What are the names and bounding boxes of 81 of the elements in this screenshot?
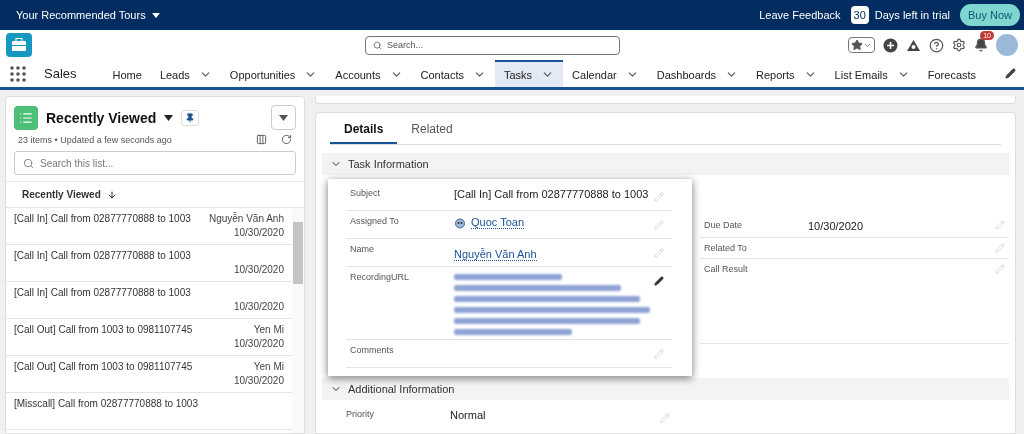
app-launcher-icon[interactable] — [10, 65, 26, 82]
leave-feedback-link[interactable]: Leave Feedback — [759, 9, 841, 21]
task-owner: Nguyễn Văn Anh — [208, 213, 284, 224]
task-date: 10/30/2020 — [233, 338, 284, 349]
nav-tab[interactable]: Contacts — [411, 60, 495, 87]
task-date: 10/30/2020 — [233, 264, 284, 275]
column-header[interactable]: Recently Viewed — [22, 189, 101, 200]
list-icon — [14, 105, 38, 130]
nav-tab[interactable]: Forecasts — [918, 60, 986, 87]
trial-days-count: 30 — [850, 6, 869, 24]
nav-tab[interactable]: Calendar — [563, 60, 648, 87]
buy-now-button[interactable]: Buy Now — [959, 4, 1020, 26]
list-title[interactable]: Recently Viewed — [46, 109, 157, 126]
caret-icon — [279, 114, 288, 121]
nav-tab[interactable]: Accounts — [326, 60, 412, 87]
add-icon[interactable] — [883, 37, 898, 53]
nav-tab[interactable]: Tasks — [494, 60, 564, 87]
favorites-button[interactable] — [848, 37, 875, 53]
section-title: Task Information — [348, 158, 429, 170]
task-subject: [Call In] Call from 02877770888 to 1003 — [14, 250, 191, 263]
pin-button[interactable] — [181, 109, 200, 126]
task-subject: [Call In] Call from 02877770888 to 1003 — [14, 213, 191, 226]
detail-tab[interactable]: Related — [397, 113, 467, 144]
app-logo[interactable] — [6, 33, 32, 57]
field-label: Comments — [350, 345, 395, 355]
record-link[interactable]: Nguyễn Văn Anh — [454, 248, 537, 261]
task-date: 10/30/2020 — [233, 227, 284, 238]
edit-pencil-icon[interactable] — [654, 276, 664, 286]
task-date: 10/30/2020 — [233, 375, 284, 386]
list-summary: 23 items • Updated a few seconds ago — [18, 134, 172, 145]
star-icon — [851, 39, 863, 51]
detail-tab[interactable]: Details — [330, 113, 398, 144]
user-avatar-icon — [454, 216, 466, 229]
field-label: Subject — [350, 188, 382, 198]
nav-tab[interactable]: Opportunities — [220, 60, 327, 87]
nav-tab[interactable]: Home — [103, 60, 151, 87]
section-header[interactable]: Additional Information — [322, 378, 1009, 400]
scrollbar-thumb[interactable] — [293, 222, 303, 284]
field-label: RecordingURL — [350, 272, 411, 282]
nav-tab[interactable]: Leads — [150, 60, 221, 87]
display-as-icon[interactable] — [256, 134, 267, 145]
trial-text: Days left in trial — [874, 9, 950, 21]
search-icon — [23, 157, 34, 169]
task-owner: Yen Mi — [253, 361, 284, 372]
help-icon[interactable] — [929, 37, 944, 53]
settings-icon[interactable] — [952, 38, 966, 52]
pin-icon — [185, 112, 196, 123]
task-subject: [Call In] Call from 02877770888 to 1003 — [14, 287, 191, 300]
field-label: Related To — [704, 243, 748, 253]
edit-nav-icon[interactable] — [1005, 68, 1016, 79]
list-search-field[interactable]: Search this list... — [14, 151, 296, 175]
trailhead-icon[interactable] — [906, 38, 921, 52]
nav-tab[interactable]: Reports — [747, 60, 826, 87]
task-date: 10/30/2020 — [233, 301, 284, 312]
sort-arrow-icon[interactable] — [106, 189, 117, 200]
field-label: Call Result — [704, 264, 749, 276]
field-label: Due Date — [704, 220, 744, 232]
task-owner: Yen Mi — [253, 324, 284, 335]
nav-tab[interactable]: List Emails — [825, 60, 919, 87]
field-label: Priority — [346, 409, 375, 419]
field-value: [Call In] Call from 02877770888 to 1003 — [454, 188, 650, 200]
list-menu-button[interactable] — [271, 105, 296, 130]
caret-icon[interactable] — [164, 114, 174, 121]
section-title: Additional Information — [348, 383, 455, 395]
refresh-icon[interactable] — [281, 134, 292, 145]
search-icon — [373, 40, 382, 50]
app-name: Sales — [44, 66, 77, 81]
caret-icon[interactable] — [151, 12, 160, 18]
task-subject: [Call Out] Call from 1003 to 0981107745 — [14, 361, 193, 374]
field-label: Assigned To — [350, 216, 400, 226]
task-subject: [Call Out] Call from 1003 to 0981107745 — [14, 324, 193, 337]
user-link[interactable]: Quoc Toan — [471, 216, 524, 229]
field-label: Name — [350, 244, 375, 254]
notifications-icon[interactable] — [974, 38, 988, 52]
field-value: Normal — [450, 409, 487, 421]
global-search-field[interactable]: Search... — [365, 35, 620, 55]
task-subject: [Misscall] Call from 02877770888 to 1003 — [14, 398, 198, 411]
tours-menu[interactable]: Your Recommended Tours — [16, 9, 146, 21]
field-value: 10/30/2020 — [808, 220, 865, 232]
nav-tab[interactable]: Dashboards — [647, 60, 748, 87]
section-header[interactable]: Task Information — [322, 153, 1009, 175]
